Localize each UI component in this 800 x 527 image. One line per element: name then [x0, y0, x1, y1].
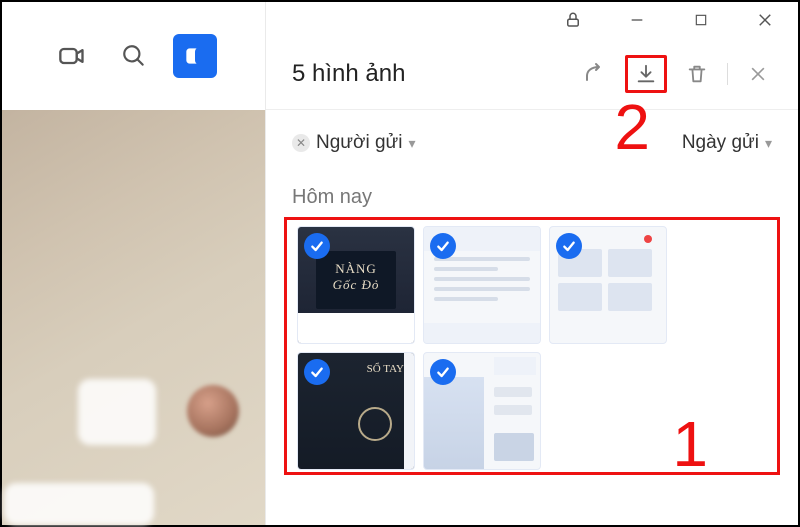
filter-row: ✕ Người gửi ▾ Ngày gửi ▾	[266, 110, 798, 176]
filter-date-label: Ngày gửi	[682, 132, 759, 154]
minimize-button[interactable]	[626, 9, 648, 31]
filter-sender-label: Người gửi	[316, 132, 402, 154]
filter-sender[interactable]: ✕ Người gửi ▾	[292, 132, 416, 154]
image-thumbnail[interactable]: SỔ TAY	[297, 352, 415, 470]
left-sidebar	[2, 2, 266, 525]
image-thumbnail[interactable]: NÀNGGốc Đỏ	[297, 226, 415, 344]
selected-check-icon	[430, 359, 456, 385]
clear-filter-icon[interactable]: ✕	[292, 134, 310, 152]
media-panel: 5 hình ảnh ✕ Người gửi ▾ Ngày gửi ▾	[266, 2, 798, 525]
download-highlight	[625, 55, 667, 93]
lock-icon[interactable]	[562, 9, 584, 31]
maximize-button[interactable]	[690, 9, 712, 31]
chevron-down-icon: ▾	[408, 135, 415, 152]
download-button[interactable]	[632, 60, 660, 88]
action-bar	[581, 55, 772, 93]
page-title: 5 hình ảnh	[292, 60, 581, 88]
filter-date[interactable]: Ngày gửi ▾	[682, 132, 772, 154]
selected-check-icon	[556, 233, 582, 259]
gallery-highlight: NÀNGGốc Đỏ SỔ TAY	[284, 217, 780, 475]
selected-check-icon	[304, 359, 330, 385]
chat-bubble	[78, 379, 156, 445]
search-icon[interactable]	[112, 34, 156, 78]
chat-bubble	[4, 483, 154, 525]
divider	[727, 63, 728, 85]
chevron-down-icon: ▾	[765, 135, 772, 152]
delete-button[interactable]	[683, 60, 711, 88]
window-controls	[266, 2, 798, 38]
share-button[interactable]	[581, 60, 609, 88]
sidebar-icon-bar	[2, 2, 265, 110]
section-today: Hôm nay	[266, 176, 798, 217]
video-call-icon[interactable]	[50, 34, 94, 78]
panel-toggle-icon[interactable]	[173, 34, 217, 78]
image-thumbnail[interactable]	[423, 352, 541, 470]
close-panel-button[interactable]	[744, 60, 772, 88]
image-thumbnail[interactable]	[423, 226, 541, 344]
image-grid: NÀNGGốc Đỏ SỔ TAY	[297, 226, 767, 470]
image-thumbnail[interactable]	[549, 226, 667, 344]
avatar	[187, 385, 239, 437]
selected-check-icon	[304, 233, 330, 259]
selected-check-icon	[430, 233, 456, 259]
close-window-button[interactable]	[754, 9, 776, 31]
